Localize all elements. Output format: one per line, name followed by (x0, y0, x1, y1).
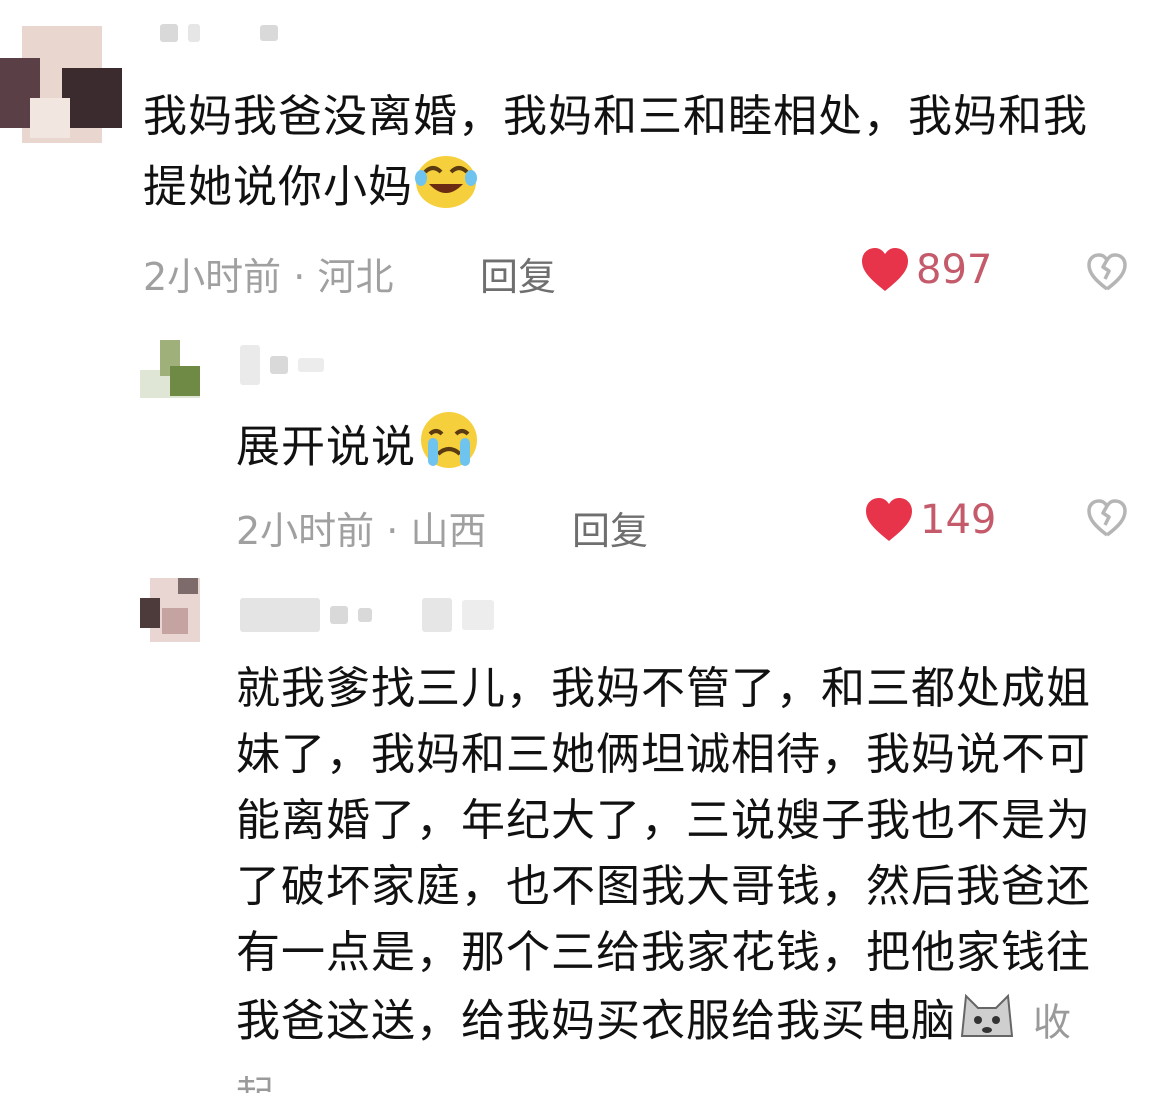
reply-button[interactable]: 回复 (480, 246, 556, 301)
heart-icon (864, 497, 914, 543)
avatar[interactable] (140, 340, 202, 402)
like-count: 897 (916, 247, 993, 293)
like-button[interactable]: 897 (860, 247, 992, 293)
comment-meta: 2小时前 · 河北 (143, 255, 394, 299)
heart-icon (860, 247, 910, 293)
dislike-icon[interactable] (1086, 498, 1128, 538)
avatar[interactable] (0, 18, 125, 143)
reply-button[interactable]: 回复 (572, 500, 648, 555)
avatar[interactable] (140, 578, 204, 644)
username-blurred[interactable] (240, 345, 324, 385)
comment-text: 展开说说 (236, 410, 482, 489)
comment-text: 就我爹找三儿，我妈不管了，和三都处成姐妹了，我妈和三她俩坦诚相待，我妈说不可能离… (236, 656, 1096, 1093)
laughing-crying-emoji-icon (413, 150, 479, 229)
comment-text: 我妈我爸没离婚，我妈和三和睦相处，我妈和我提她说你小妈 (143, 84, 1103, 229)
like-button[interactable]: 149 (864, 497, 996, 543)
username-blurred[interactable] (160, 24, 278, 42)
crying-emoji-icon (416, 410, 482, 489)
dislike-icon[interactable] (1086, 252, 1128, 292)
like-count: 149 (920, 497, 997, 543)
username-blurred[interactable] (240, 598, 494, 632)
comment-meta: 2小时前 · 山西 (236, 509, 487, 553)
dog-emoji-icon (956, 986, 1018, 1061)
